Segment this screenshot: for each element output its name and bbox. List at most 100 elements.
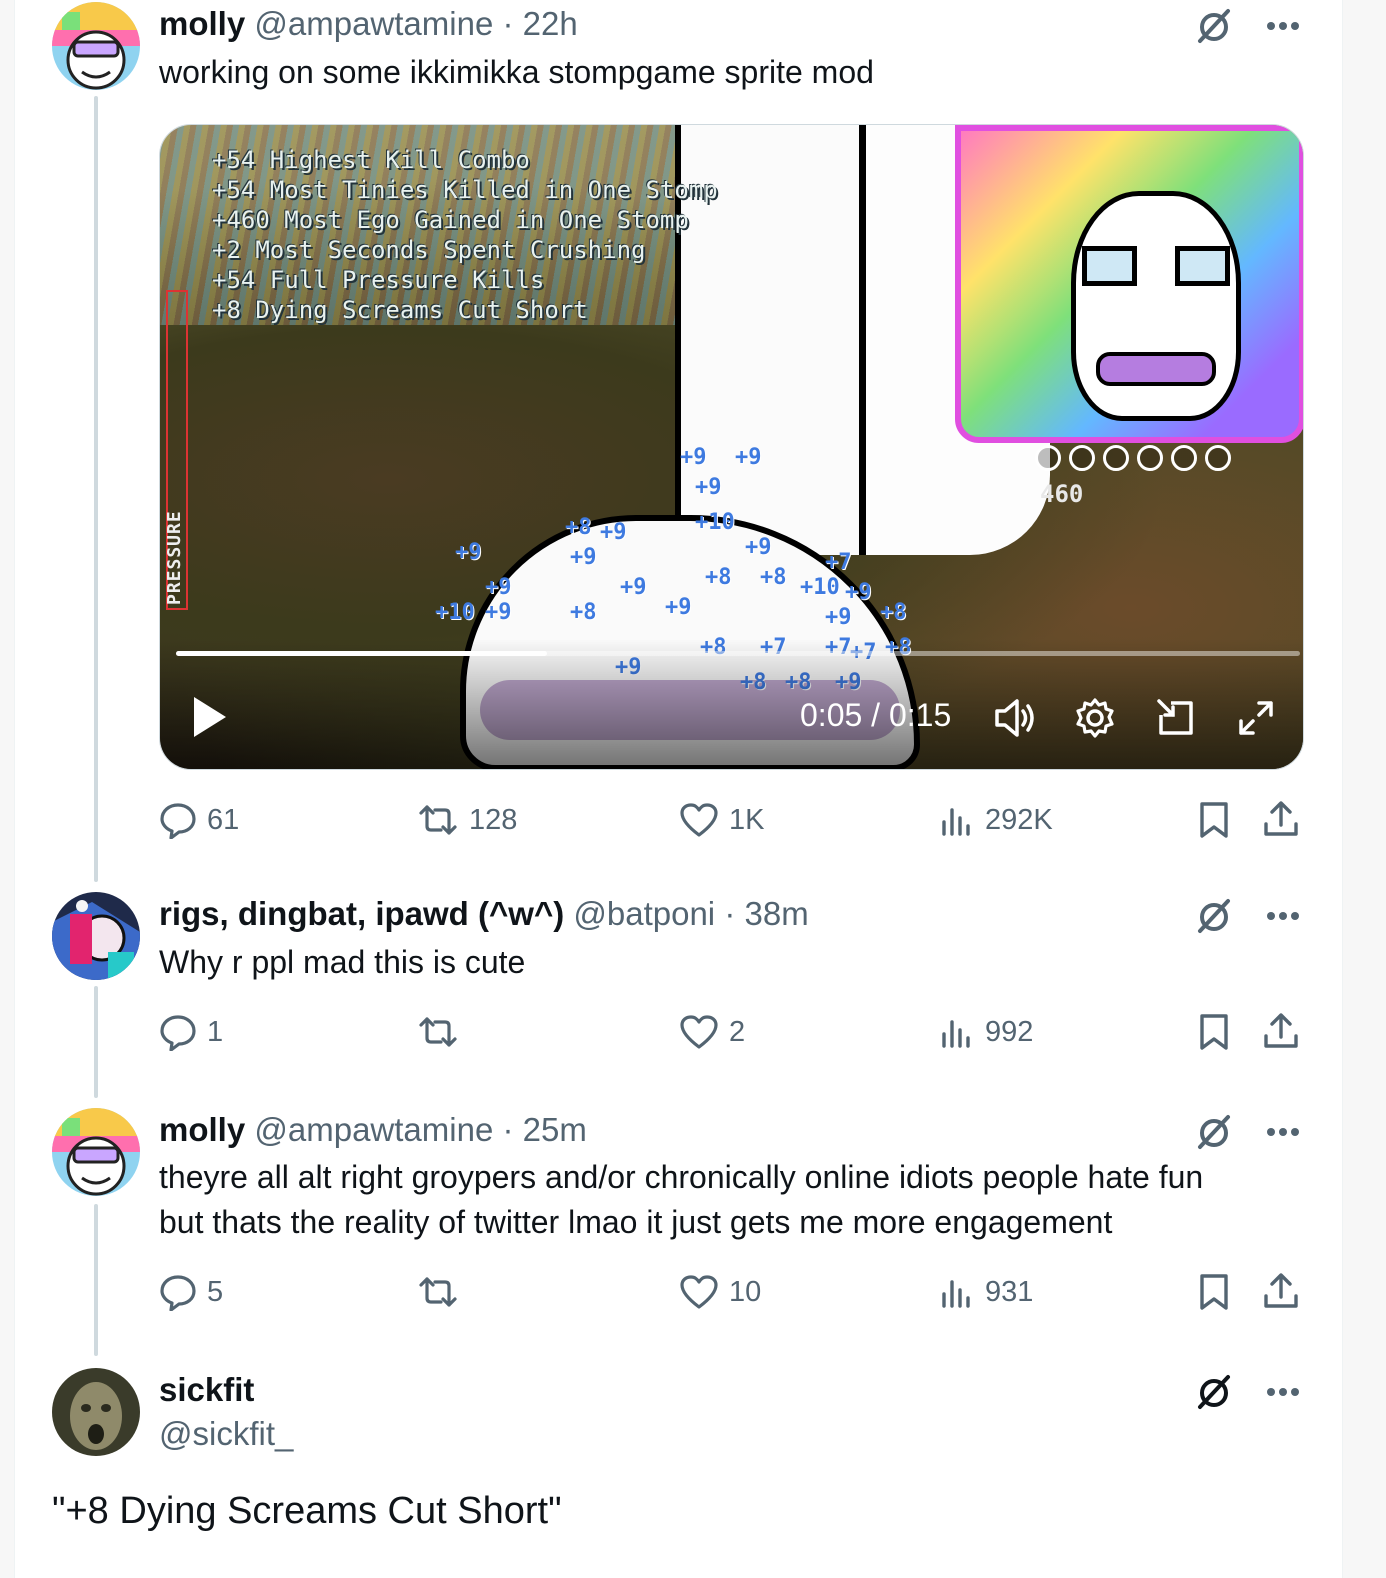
- views-button[interactable]: 292K: [939, 798, 1053, 842]
- post-text: Why r ppl mad this is cute: [159, 944, 526, 980]
- reply-button[interactable]: 61: [159, 798, 239, 842]
- bookmark-icon[interactable]: [1197, 801, 1231, 839]
- score-popup: +9: [665, 595, 692, 620]
- reply-button[interactable]: 5: [159, 1270, 223, 1314]
- avatar[interactable]: [52, 892, 140, 980]
- grok-icon[interactable]: [1194, 896, 1234, 936]
- like-button[interactable]: 2: [679, 1010, 745, 1054]
- grok-icon[interactable]: [1194, 1112, 1234, 1152]
- views-button[interactable]: 931: [939, 1270, 1033, 1314]
- post-top-actions: [1194, 6, 1304, 46]
- handle[interactable]: @ampawtamine: [254, 1111, 493, 1148]
- post-header: molly @ampawtamine · 25m: [159, 1110, 587, 1150]
- timestamp[interactable]: 22h: [523, 5, 578, 42]
- post-text-line: but thats the reality of twitter lmao it…: [159, 1204, 1113, 1240]
- separator: ·: [502, 5, 514, 42]
- timestamp[interactable]: 25m: [523, 1111, 587, 1148]
- video-scrubber[interactable]: [176, 651, 1300, 656]
- score-hud: +54 Highest Kill Combo +54 Most Tinies K…: [212, 146, 718, 324]
- handle[interactable]: @batponi: [573, 895, 715, 932]
- timestamp[interactable]: 38m: [744, 895, 808, 932]
- like-count: 1K: [729, 803, 765, 836]
- volume-icon[interactable]: [993, 697, 1039, 739]
- post-top-actions: [1194, 896, 1304, 936]
- grok-icon[interactable]: [1194, 6, 1234, 46]
- display-name[interactable]: molly: [159, 5, 245, 42]
- avatar[interactable]: [52, 1368, 140, 1456]
- score-popup: +9: [680, 445, 707, 470]
- like-count: 10: [729, 1275, 762, 1308]
- display-name[interactable]: rigs, dingbat, ipawd (^w^): [159, 895, 564, 932]
- share-icon[interactable]: [1262, 800, 1300, 838]
- score-popup: +7: [825, 550, 852, 575]
- play-icon[interactable]: [190, 695, 228, 739]
- reply-icon: [160, 1275, 196, 1311]
- post-top-actions: [1194, 1112, 1304, 1152]
- score-popup: +8: [570, 600, 597, 625]
- score-popup: +9: [745, 535, 772, 560]
- handle[interactable]: @ampawtamine: [254, 5, 493, 42]
- views-icon: [942, 808, 970, 836]
- more-icon[interactable]: [1266, 1127, 1300, 1137]
- score-popup: +9: [455, 540, 482, 565]
- share-icon[interactable]: [1262, 1012, 1300, 1050]
- like-button[interactable]: 1K: [679, 798, 764, 842]
- more-icon[interactable]: [1266, 911, 1300, 921]
- score-popup: +9: [620, 575, 647, 600]
- repost-button[interactable]: [417, 1010, 469, 1054]
- more-icon[interactable]: [1266, 21, 1300, 31]
- reply-text: "+8 Dying Screams Cut Short": [52, 1490, 562, 1532]
- post-top-actions: [1194, 1372, 1304, 1412]
- pressure-label: PRESSURE: [164, 510, 185, 605]
- repost-button[interactable]: [417, 1270, 469, 1314]
- post-sickfit-reply[interactable]: sickfit @sickfit_: [52, 1368, 1304, 1468]
- separator: ·: [502, 1111, 514, 1148]
- handle[interactable]: @sickfit_: [159, 1414, 293, 1454]
- repost-button[interactable]: 128: [417, 798, 517, 842]
- video-player[interactable]: PRESSURE +54 Highest Kill Combo +54 Most…: [159, 124, 1304, 770]
- share-icon[interactable]: [1262, 1272, 1300, 1310]
- score-popup: +9: [485, 575, 512, 600]
- grok-icon[interactable]: [1194, 1372, 1234, 1412]
- post-molly-reply[interactable]: molly @ampawtamine · 25m theyre all alt …: [52, 1108, 1304, 1328]
- heart-icon: [680, 1275, 718, 1309]
- post-text: working on some ikkimikka stompgame spri…: [159, 54, 874, 90]
- score-popup: +10: [695, 510, 735, 535]
- view-count: 931: [985, 1275, 1034, 1308]
- gear-icon[interactable]: [1074, 697, 1116, 739]
- scrubber-progress: [176, 651, 547, 656]
- page: molly @ampawtamine · 22h working on some…: [0, 0, 1386, 1578]
- score-popup: +9: [600, 520, 627, 545]
- bookmark-icon[interactable]: [1197, 1273, 1231, 1311]
- score-popup: +10: [800, 575, 840, 600]
- reply-button[interactable]: 1: [159, 1010, 223, 1054]
- heart-icon: [680, 1015, 718, 1049]
- reply-icon: [160, 803, 196, 839]
- post-molly-main[interactable]: molly @ampawtamine · 22h working on some…: [52, 2, 1304, 862]
- display-name[interactable]: molly: [159, 1111, 245, 1148]
- character-portrait: [955, 125, 1303, 443]
- fullscreen-icon[interactable]: [1235, 697, 1277, 739]
- bookmark-icon[interactable]: [1197, 1013, 1231, 1051]
- reply-count: 61: [207, 803, 240, 836]
- post-batponi-reply[interactable]: rigs, dingbat, ipawd (^w^) @batponi · 38…: [52, 892, 1304, 1062]
- display-name[interactable]: sickfit: [159, 1370, 293, 1410]
- ego-meter: [1035, 445, 1231, 471]
- avatar[interactable]: [52, 2, 140, 90]
- reply-count: 5: [207, 1275, 224, 1308]
- post-header: molly @ampawtamine · 22h: [159, 4, 578, 44]
- score-popup: +8: [880, 600, 907, 625]
- score-popup: +8: [705, 565, 732, 590]
- views-button[interactable]: 992: [939, 1010, 1033, 1054]
- pip-icon[interactable]: [1155, 697, 1197, 739]
- post-header: sickfit @sickfit_: [159, 1370, 293, 1454]
- post-actions: 1 2 992: [159, 1010, 1304, 1054]
- like-button[interactable]: 10: [679, 1270, 761, 1314]
- video-time: 0:05 / 0:15: [800, 697, 952, 733]
- controls-shade: [160, 639, 1303, 769]
- more-icon[interactable]: [1266, 1387, 1300, 1397]
- score-popup: +8: [565, 515, 592, 540]
- score-popup: +9: [825, 605, 852, 630]
- reply-icon: [160, 1015, 196, 1051]
- avatar[interactable]: [52, 1108, 140, 1196]
